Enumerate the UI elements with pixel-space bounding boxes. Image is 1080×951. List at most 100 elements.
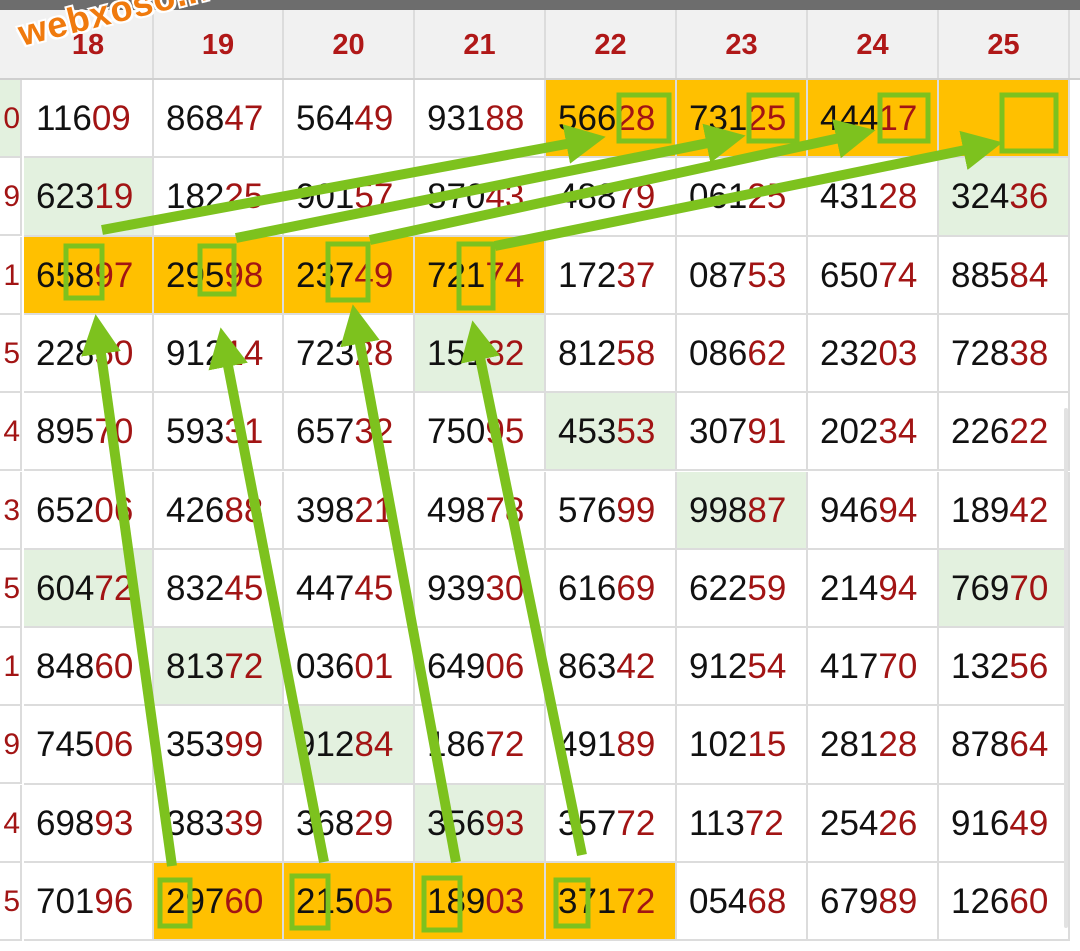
cell-suffix: 58: [616, 333, 656, 373]
row-label: 5: [0, 549, 22, 628]
cell-suffix: 05: [354, 882, 394, 921]
cell-prefix: 126: [951, 882, 1010, 921]
cell-suffix: 88: [224, 490, 264, 530]
cell-suffix: 39: [224, 803, 264, 843]
row-label: 5: [0, 314, 22, 393]
table-cell: 65897: [24, 236, 154, 315]
table-cell: 65732: [284, 393, 415, 472]
cell-suffix: 96: [94, 882, 134, 921]
row-label: 1: [0, 236, 22, 315]
column-header-23: 23: [677, 10, 808, 78]
row-label: 4: [0, 784, 22, 863]
cell-suffix: 68: [747, 882, 787, 921]
table-cell: 12660: [939, 863, 1070, 942]
cell-prefix: 723: [296, 333, 355, 373]
cell-suffix: 60: [94, 647, 134, 687]
cell-prefix: 652: [36, 490, 95, 530]
cell-prefix: 087: [689, 255, 748, 295]
cell-prefix: 604: [36, 568, 95, 608]
table-cell: 06125: [677, 158, 808, 237]
row-label: 3: [0, 471, 22, 550]
cell-suffix: 59: [747, 568, 787, 608]
cell-suffix: 93: [485, 803, 525, 843]
cell-prefix: 297: [166, 882, 225, 921]
cell-prefix: 885: [951, 255, 1010, 295]
table-cell: 18942: [939, 471, 1070, 550]
table-cell: 10215: [677, 706, 808, 785]
cell-prefix: 226: [951, 412, 1010, 452]
table-cell: 91254: [677, 628, 808, 707]
cell-prefix: 202: [820, 412, 879, 452]
cell-prefix: 132: [951, 647, 1010, 687]
cell-suffix: 31: [224, 412, 264, 452]
table-cell: [939, 80, 1070, 159]
cell-prefix: 912: [296, 725, 355, 765]
cell-prefix: 061: [689, 177, 748, 217]
cell-prefix: 658: [36, 255, 95, 295]
cell-suffix: 72: [485, 725, 525, 765]
cell-suffix: 42: [616, 647, 656, 687]
cell-prefix: 701: [36, 882, 95, 921]
table-cell: 15132: [415, 314, 546, 394]
cell-suffix: 94: [878, 568, 918, 608]
cell-suffix: 17: [878, 99, 918, 138]
cell-prefix: 417: [820, 647, 879, 687]
row-label: 4: [0, 393, 22, 472]
cell-prefix: 832: [166, 568, 225, 608]
row-label: 5: [0, 863, 22, 941]
table-cell: 75095: [415, 393, 546, 472]
table-cell: 20234: [808, 393, 939, 472]
cell-prefix: 186: [427, 725, 486, 765]
table-cell: 39821: [284, 471, 415, 550]
cell-prefix: 426: [166, 490, 225, 530]
cell-suffix: 72: [744, 803, 784, 843]
table-cell: 49189: [546, 706, 677, 785]
table-cell: 59331: [154, 393, 284, 472]
cell-suffix: 91: [747, 412, 787, 452]
table-cell: 56628: [546, 80, 677, 159]
cell-suffix: 70: [878, 647, 918, 687]
cell-prefix: 371: [558, 882, 617, 921]
table-cell: 73125: [677, 80, 808, 159]
cell-suffix: 84: [354, 725, 394, 765]
cell-prefix: 116: [36, 99, 92, 138]
table-cell: 72174: [415, 236, 546, 315]
table-cell: 08753: [677, 236, 808, 315]
cell-prefix: 357: [558, 803, 617, 843]
cell-prefix: 453: [558, 412, 617, 452]
cell-prefix: 102: [689, 725, 748, 765]
cell-prefix: 946: [820, 490, 879, 530]
table-cell: 70196: [24, 863, 154, 942]
cell-prefix: 036: [296, 647, 355, 687]
table-cell: 37172: [546, 863, 677, 942]
table-cell: 65206: [24, 471, 154, 550]
scrollbar[interactable]: [1064, 408, 1068, 928]
cell-suffix: 57: [354, 177, 394, 217]
cell-suffix: 95: [485, 412, 525, 452]
table-cell: 11372: [677, 784, 808, 863]
cell-suffix: 54: [747, 647, 787, 687]
cell-suffix: 06: [485, 647, 525, 687]
table-cell: 48879: [546, 158, 677, 237]
table-cell: 22850: [24, 314, 154, 394]
cell-suffix: 62: [747, 333, 787, 373]
column-header-21: 21: [415, 10, 546, 78]
cell-suffix: 87: [747, 490, 787, 530]
cell-prefix: 324: [951, 177, 1010, 217]
table-cell: 25426: [808, 784, 939, 863]
cell-suffix: 30: [485, 568, 525, 608]
cell-suffix: 26: [878, 803, 918, 843]
cell-prefix: 182: [166, 177, 225, 217]
cell-prefix: 912: [689, 647, 748, 687]
cell-prefix: 931: [427, 99, 486, 138]
cell-prefix: 901: [296, 177, 355, 217]
cell-suffix: 64: [1009, 725, 1049, 765]
table-cell: 72838: [939, 314, 1070, 394]
cell-prefix: 698: [36, 803, 95, 843]
cell-suffix: 06: [94, 725, 134, 765]
cell-suffix: 03: [878, 333, 918, 373]
table-cell: 91649: [939, 784, 1070, 863]
cell-suffix: 28: [878, 177, 918, 217]
cell-suffix: 28: [878, 725, 918, 765]
cell-suffix: 47: [224, 99, 264, 138]
